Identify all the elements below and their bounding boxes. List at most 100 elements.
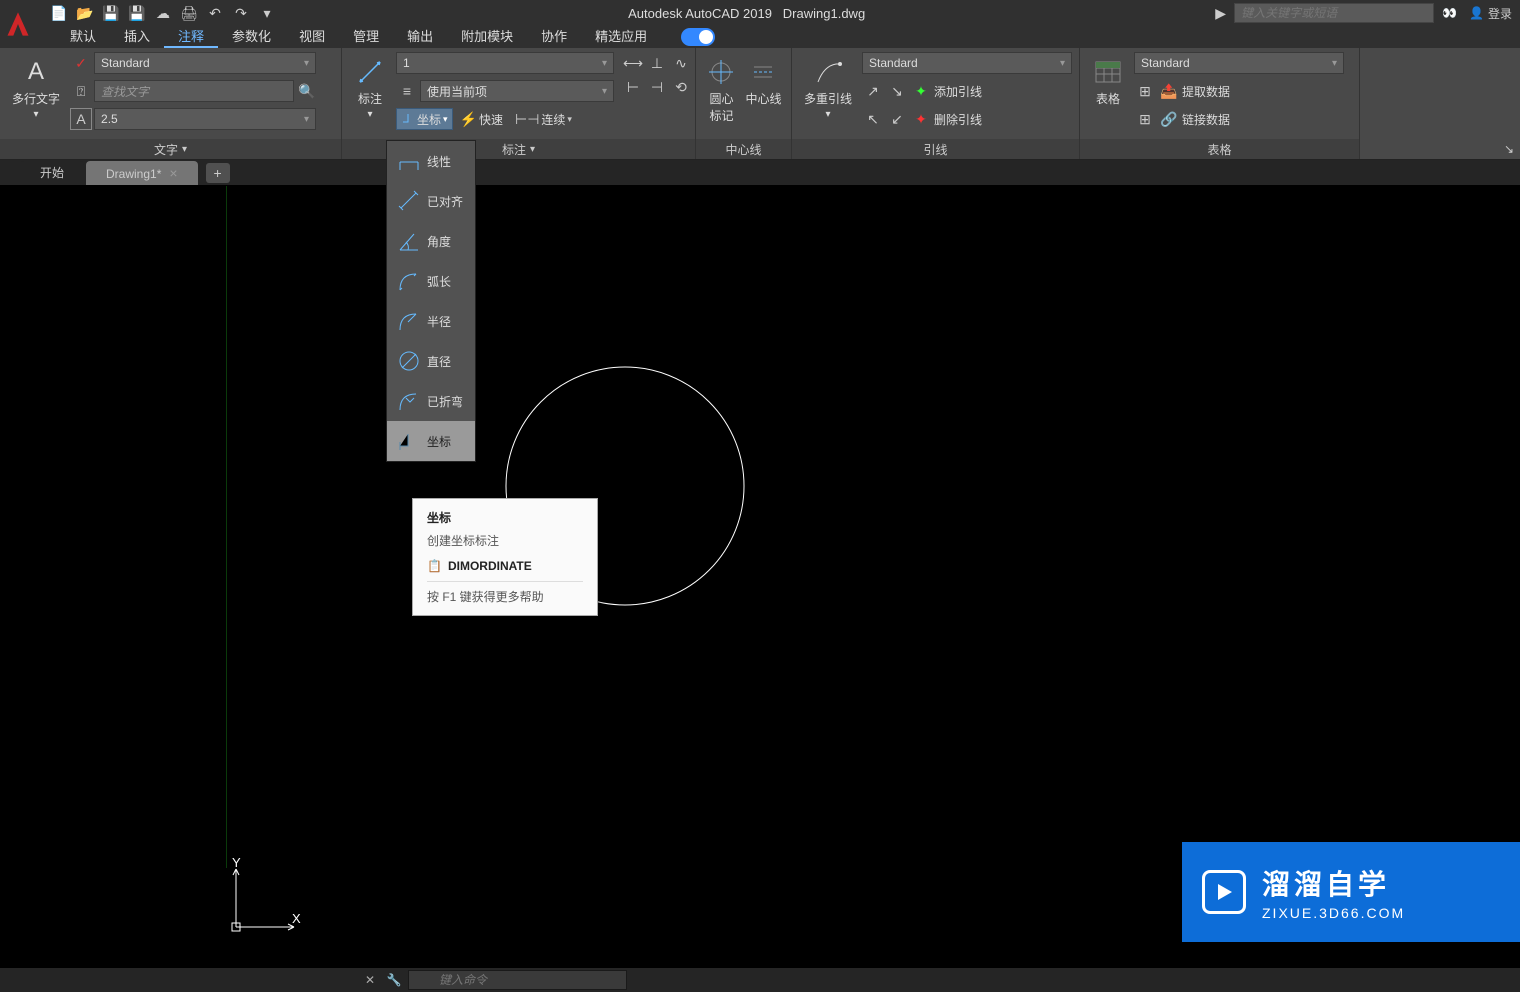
title-bar: 📄 📂 💾 💾 ☁ 🖨 ↶ ↷ ▾ Autodesk AutoCAD 2019 … (0, 0, 1520, 26)
undo-icon[interactable]: ↶ (204, 2, 226, 24)
qat-dropdown-icon[interactable]: ▾ (256, 2, 278, 24)
centerline-button[interactable]: 中心线 (743, 52, 783, 111)
tab-annotate[interactable]: 注释 (164, 26, 218, 48)
panel-leader-label[interactable]: 引线 (792, 139, 1079, 159)
ucs-icon: XY (226, 857, 306, 940)
svg-text:Y: Y (232, 857, 241, 870)
dim-tool6-icon[interactable]: ⟲ (670, 76, 692, 98)
leader-add-label[interactable]: 添加引线 (934, 83, 982, 100)
leader-icon1[interactable]: ↗ (862, 80, 884, 102)
table-extract-label[interactable]: 提取数据 (1182, 83, 1230, 100)
textheight-icon[interactable]: A (70, 108, 92, 130)
dim-quick-button[interactable]: ⚡快速 (455, 108, 508, 130)
panel-centerline: 圆心 标记 中心线 中心线 (696, 48, 792, 159)
dimension-button[interactable]: 标注 ▾ (348, 52, 392, 124)
tab-collab[interactable]: 协作 (527, 26, 581, 48)
leader-remove-icon[interactable]: ✦ (910, 108, 932, 130)
spellcheck-icon[interactable]: ✓ (70, 52, 92, 74)
tab-output[interactable]: 输出 (393, 26, 447, 48)
leader-style-dropdown[interactable]: Standard▾ (862, 52, 1072, 74)
tab-default[interactable]: 默认 (56, 26, 110, 48)
table-extract-icon[interactable]: 📤 (1158, 80, 1180, 102)
app-logo[interactable] (0, 0, 36, 48)
quick-access-toolbar: 📄 📂 💾 💾 ☁ 🖨 ↶ ↷ ▾ (48, 0, 278, 26)
mtext-button[interactable]: A 多行文字 ▾ (6, 52, 66, 124)
dim-continue-button[interactable]: ⊢⊣连续▾ (510, 108, 577, 130)
watermark: 溜溜自学 ZIXUE.3D66.COM (1182, 842, 1520, 942)
dim-arc-item[interactable]: 弧长 (387, 261, 475, 301)
app-title: Autodesk AutoCAD 2019 Drawing1.dwg (278, 6, 1215, 21)
table-link-label[interactable]: 链接数据 (1182, 111, 1230, 128)
status-wrench-icon[interactable]: 🔧 (384, 970, 404, 990)
leader-icon4[interactable]: ↙ (886, 108, 908, 130)
new-icon[interactable]: 📄 (48, 2, 70, 24)
tab-parametric[interactable]: 参数化 (218, 26, 285, 48)
plot-icon[interactable]: 🖨 (178, 2, 200, 24)
tab-addins[interactable]: 附加模块 (447, 26, 527, 48)
open-icon[interactable]: 📂 (74, 2, 96, 24)
find-search-icon[interactable]: 🔍 (296, 80, 318, 102)
tab-manage[interactable]: 管理 (339, 26, 393, 48)
command-input[interactable] (408, 970, 627, 990)
file-tab-add[interactable]: + (206, 163, 230, 183)
dim-radius-item[interactable]: 半径 (387, 301, 475, 341)
cloud-icon[interactable]: ☁ (152, 2, 174, 24)
status-close-icon[interactable]: ✕ (360, 970, 380, 990)
findtext-icon[interactable]: ⍰ (70, 80, 92, 102)
mleader-button[interactable]: 多重引线 ▾ (798, 52, 858, 124)
command-icon: 📋 (427, 559, 442, 573)
dim-diameter-item[interactable]: 直径 (387, 341, 475, 381)
dialog-launcher-icon[interactable]: ↘ (1504, 142, 1514, 156)
dim-tool3-icon[interactable]: ∿ (670, 52, 692, 74)
dim-tool4-icon[interactable]: ⊢ (622, 76, 644, 98)
dim-scale-dropdown[interactable]: 1▾ (396, 52, 614, 74)
table-icon (1092, 56, 1124, 88)
tab-insert[interactable]: 插入 (110, 26, 164, 48)
binoculars-icon[interactable]: 👀 (1442, 6, 1457, 20)
search-play-icon[interactable]: ▶ (1215, 5, 1226, 22)
table-ex-icon1[interactable]: ⊞ (1134, 80, 1156, 102)
close-tab-icon[interactable]: × (169, 165, 177, 181)
dim-ordinate-item[interactable]: 坐标 (387, 421, 475, 461)
find-text-input[interactable]: 查找文字 (94, 80, 294, 102)
login-button[interactable]: 👤 登录 (1469, 5, 1512, 22)
dim-tool5-icon[interactable]: ⊣ (646, 76, 668, 98)
text-icon: A (20, 56, 52, 88)
table-style-dropdown[interactable]: Standard▾ (1134, 52, 1344, 74)
centermark-button[interactable]: 圆心 标记 (703, 52, 739, 128)
dim-angular-item[interactable]: 角度 (387, 221, 475, 261)
dim-jogged-item[interactable]: 已折弯 (387, 381, 475, 421)
tab-featured[interactable]: 精选应用 (581, 26, 661, 48)
user-icon: 👤 (1469, 6, 1484, 20)
dim-match-dropdown[interactable]: 使用当前项▾ (420, 80, 614, 102)
dim-linear-item[interactable]: 线性 (387, 141, 475, 181)
leader-add-icon[interactable]: ✦ (910, 80, 932, 102)
text-style-dropdown[interactable]: Standard▾ (94, 52, 316, 74)
text-height-dropdown[interactable]: 2.5▾ (94, 108, 316, 130)
file-tab-start[interactable]: 开始 (20, 161, 84, 185)
tooltip-cmd: 📋 DIMORDINATE (427, 559, 583, 573)
leader-icon2[interactable]: ↘ (886, 80, 908, 102)
table-ex-icon2[interactable]: ⊞ (1134, 108, 1156, 130)
panel-table-label[interactable]: 表格 (1080, 139, 1359, 159)
dim-tool1-icon[interactable]: ⟷ (622, 52, 644, 74)
dim-aligned-item[interactable]: 已对齐 (387, 181, 475, 221)
ribbon-toggle[interactable] (681, 28, 715, 46)
search-input[interactable] (1234, 3, 1434, 23)
file-tab-drawing[interactable]: Drawing1*× (86, 161, 198, 185)
dim-tool2-icon[interactable]: ⊥ (646, 52, 668, 74)
save-icon[interactable]: 💾 (100, 2, 122, 24)
dim-coord-split[interactable]: 坐标 ▾ (396, 108, 453, 130)
tooltip: 坐标 创建坐标标注 📋 DIMORDINATE 按 F1 键获得更多帮助 (412, 498, 598, 616)
watermark-zh: 溜溜自学 (1262, 863, 1405, 903)
leader-icon3[interactable]: ↖ (862, 108, 884, 130)
saveas-icon[interactable]: 💾 (126, 2, 148, 24)
tab-view[interactable]: 视图 (285, 26, 339, 48)
table-link-icon[interactable]: 🔗 (1158, 108, 1180, 130)
dimlayer-icon[interactable]: ≡ (396, 80, 418, 102)
redo-icon[interactable]: ↷ (230, 2, 252, 24)
table-button[interactable]: 表格 (1086, 52, 1130, 111)
leader-remove-label[interactable]: 删除引线 (934, 111, 982, 128)
panel-text-label[interactable]: 文字▾ ↘ (0, 139, 341, 159)
search-area: ▶ 👀 (1215, 3, 1457, 23)
